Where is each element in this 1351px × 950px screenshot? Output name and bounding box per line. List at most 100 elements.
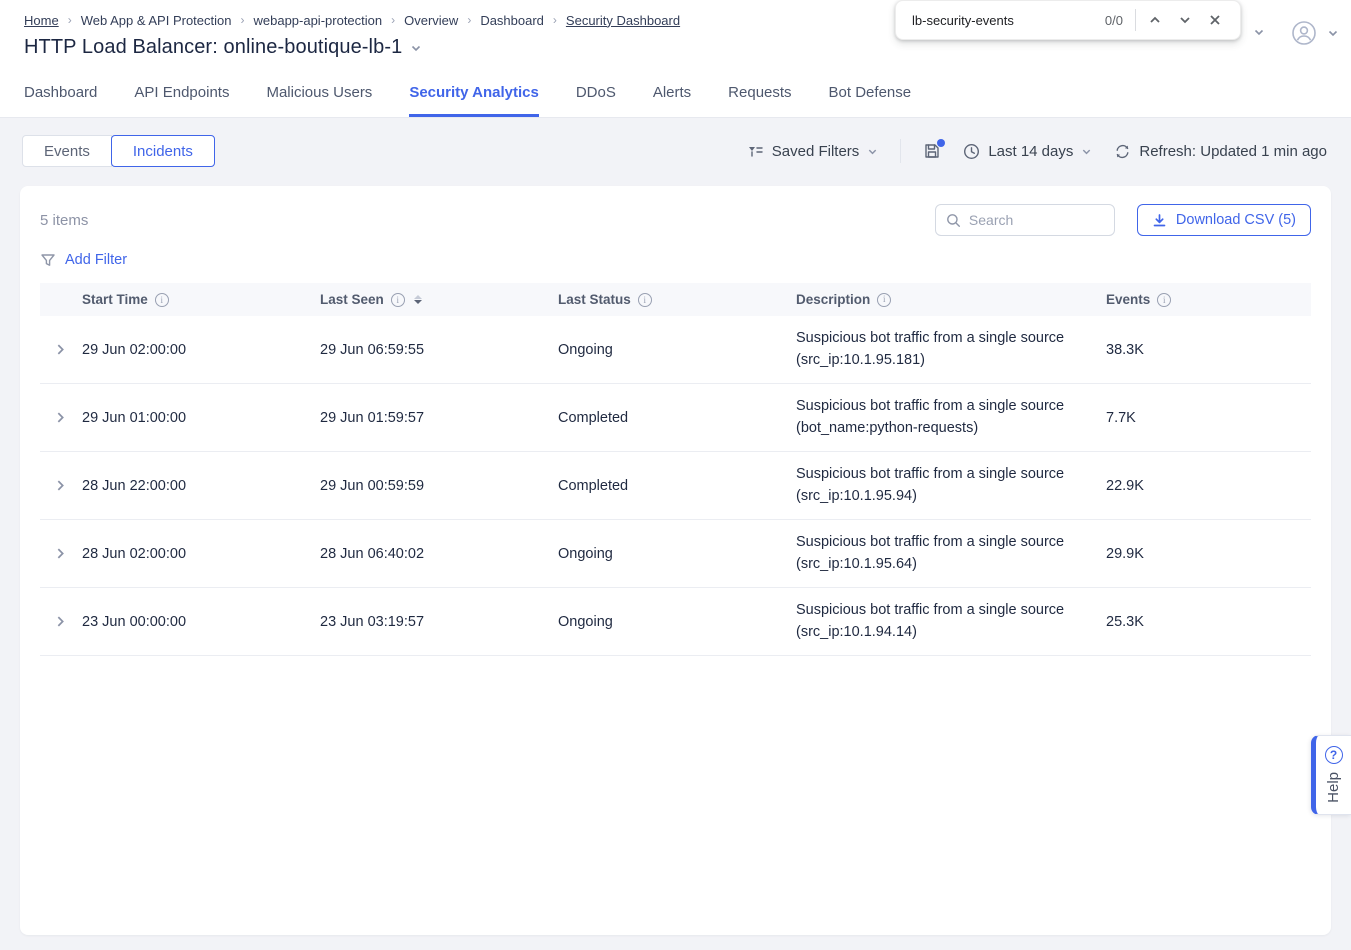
info-icon[interactable]: i	[638, 293, 652, 307]
breadcrumb-dashboard[interactable]: Dashboard	[480, 13, 544, 28]
app-page: Home › Web App & API Protection › webapp…	[0, 0, 1351, 950]
chevron-right-icon: ›	[467, 13, 471, 27]
cell-last-status: Ongoing	[558, 342, 796, 358]
col-start-time: Start Time	[82, 292, 148, 307]
table-row[interactable]: 28 Jun 22:00:00 29 Jun 00:59:59 Complete…	[40, 452, 1311, 520]
cell-last-status: Completed	[558, 410, 796, 426]
col-events: Events	[1106, 292, 1150, 307]
chevron-right-icon: ›	[391, 13, 395, 27]
table-row[interactable]: 29 Jun 01:00:00 29 Jun 01:59:57 Complete…	[40, 384, 1311, 452]
tab-alerts[interactable]: Alerts	[653, 69, 691, 117]
expand-row-icon[interactable]	[54, 411, 67, 424]
cell-events: 29.9K	[1106, 546, 1311, 562]
tab-security-analytics[interactable]: Security Analytics	[409, 69, 539, 117]
tab-bot-defense[interactable]: Bot Defense	[829, 69, 912, 117]
chevron-down-icon[interactable]	[1253, 26, 1265, 38]
table-row[interactable]: 29 Jun 02:00:00 29 Jun 06:59:55 Ongoing …	[40, 316, 1311, 384]
tab-api-endpoints[interactable]: API Endpoints	[134, 69, 229, 117]
account-menu[interactable]	[1291, 20, 1339, 46]
add-filter-button[interactable]: Add Filter	[40, 252, 127, 268]
incidents-table-card: 5 items	[20, 186, 1331, 935]
cell-start-time: 29 Jun 01:00:00	[82, 410, 320, 426]
events-toggle-button[interactable]: Events	[22, 135, 112, 167]
chevron-right-icon: ›	[240, 13, 244, 27]
filter-list-icon	[747, 143, 764, 159]
find-next-button[interactable]	[1170, 5, 1200, 35]
refresh-button[interactable]: Refresh: Updated 1 min ago	[1114, 143, 1327, 160]
items-count: 5 items	[40, 212, 88, 229]
cell-events: 38.3K	[1106, 342, 1311, 358]
unsaved-changes-dot	[937, 139, 945, 147]
cell-description: Suspicious bot traffic from a single sou…	[796, 328, 1106, 370]
find-match-counter: 0/0	[1105, 13, 1123, 28]
page-title: HTTP Load Balancer: online-boutique-lb-1	[24, 36, 402, 59]
search-input[interactable]	[969, 212, 1104, 228]
find-query-input[interactable]: lb-security-events	[912, 13, 1105, 28]
user-icon[interactable]	[1291, 20, 1317, 46]
cell-last-status: Ongoing	[558, 546, 796, 562]
help-label: Help	[1325, 772, 1342, 803]
download-icon	[1152, 213, 1167, 228]
saved-filters-dropdown[interactable]: Saved Filters	[747, 143, 879, 160]
table-row[interactable]: 28 Jun 02:00:00 28 Jun 06:40:02 Ongoing …	[40, 520, 1311, 588]
expand-row-icon[interactable]	[54, 547, 67, 560]
cell-events: 7.7K	[1106, 410, 1311, 426]
tab-ddos[interactable]: DDoS	[576, 69, 616, 117]
search-icon	[946, 213, 961, 228]
refresh-icon	[1114, 143, 1131, 160]
breadcrumb-overview[interactable]: Overview	[404, 13, 458, 28]
events-incidents-toggle: Events Incidents	[22, 135, 215, 167]
download-csv-button[interactable]: Download CSV (5)	[1137, 204, 1311, 236]
info-icon[interactable]: i	[877, 293, 891, 307]
cell-start-time: 28 Jun 22:00:00	[82, 478, 320, 494]
cell-last-status: Completed	[558, 478, 796, 494]
info-icon[interactable]: i	[155, 293, 169, 307]
find-previous-button[interactable]	[1140, 5, 1170, 35]
time-range-dropdown[interactable]: Last 14 days	[963, 143, 1092, 160]
chevron-down-icon[interactable]	[410, 42, 422, 54]
cell-last-seen: 29 Jun 06:59:55	[320, 342, 558, 358]
chevron-down-icon	[867, 146, 878, 157]
chevron-down-icon[interactable]	[1327, 27, 1339, 39]
divider	[1135, 9, 1136, 31]
cell-last-seen: 23 Jun 03:19:57	[320, 614, 558, 630]
time-range-label: Last 14 days	[988, 143, 1073, 160]
info-icon[interactable]: i	[391, 293, 405, 307]
cell-last-seen: 29 Jun 01:59:57	[320, 410, 558, 426]
save-filter-button[interactable]	[923, 142, 941, 160]
chevron-right-icon: ›	[553, 13, 557, 27]
sort-icon[interactable]	[414, 295, 422, 304]
cell-start-time: 28 Jun 02:00:00	[82, 546, 320, 562]
tab-requests[interactable]: Requests	[728, 69, 791, 117]
funnel-icon	[40, 252, 56, 268]
cell-start-time: 29 Jun 02:00:00	[82, 342, 320, 358]
tab-bar: Dashboard API Endpoints Malicious Users …	[0, 69, 1351, 118]
divider	[900, 139, 901, 163]
breadcrumb-waap[interactable]: Web App & API Protection	[81, 13, 232, 28]
table-row[interactable]: 23 Jun 00:00:00 23 Jun 03:19:57 Ongoing …	[40, 588, 1311, 656]
table-header-row: Start Time i Last Seen i Last Status i D…	[40, 283, 1311, 316]
breadcrumb-home[interactable]: Home	[24, 13, 59, 28]
expand-row-icon[interactable]	[54, 343, 67, 356]
help-tab[interactable]: ? Help	[1311, 735, 1351, 815]
col-description: Description	[796, 290, 870, 310]
expand-row-icon[interactable]	[54, 479, 67, 492]
saved-filters-label: Saved Filters	[772, 143, 860, 160]
close-icon[interactable]	[1200, 5, 1230, 35]
info-icon[interactable]: i	[1157, 293, 1171, 307]
download-csv-label: Download CSV (5)	[1176, 212, 1296, 228]
cell-events: 25.3K	[1106, 614, 1311, 630]
expand-row-icon[interactable]	[54, 615, 67, 628]
incidents-table: Start Time i Last Seen i Last Status i D…	[40, 283, 1311, 656]
cell-description: Suspicious bot traffic from a single sou…	[796, 600, 1106, 642]
breadcrumb-namespace[interactable]: webapp-api-protection	[253, 13, 382, 28]
cell-description: Suspicious bot traffic from a single sou…	[796, 464, 1106, 506]
tab-malicious-users[interactable]: Malicious Users	[266, 69, 372, 117]
breadcrumb-security-dashboard[interactable]: Security Dashboard	[566, 13, 680, 28]
incidents-toggle-button[interactable]: Incidents	[111, 135, 215, 167]
tab-dashboard[interactable]: Dashboard	[24, 69, 97, 117]
table-search	[935, 204, 1115, 236]
cell-last-seen: 29 Jun 00:59:59	[320, 478, 558, 494]
col-last-status: Last Status	[558, 292, 631, 307]
chevron-right-icon: ›	[68, 13, 72, 27]
